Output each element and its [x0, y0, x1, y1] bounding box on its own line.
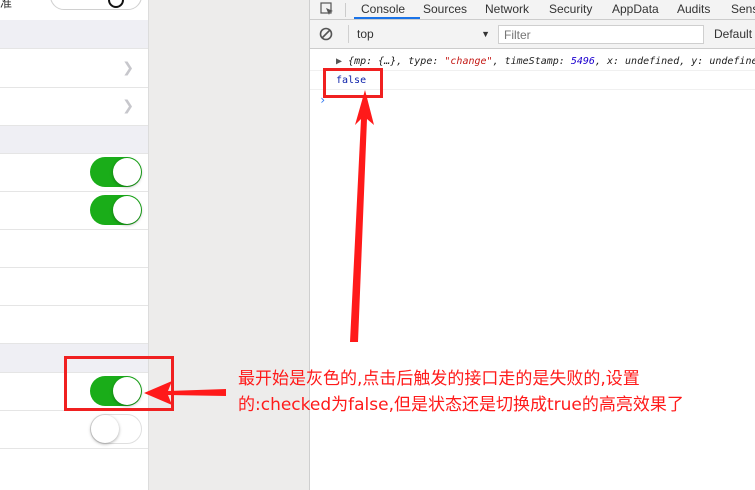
context-selector[interactable]: top ▼ [348, 25, 490, 43]
dropdown-arrow-icon: ▼ [481, 29, 490, 39]
annotation-note: 最开始是灰色的,点击后触发的接口走的是失败的,设置的:checked为false… [238, 369, 684, 415]
switch-knob [113, 196, 141, 224]
tab-sensors[interactable]: Sensors [731, 1, 755, 17]
switch-knob [113, 158, 141, 186]
toggle-switch-off[interactable] [90, 414, 142, 444]
switch-knob [91, 415, 119, 443]
chevron-right-icon: ❯ [122, 59, 134, 75]
expand-triangle-icon[interactable]: ▶ [336, 56, 342, 67]
list-item[interactable] [0, 268, 148, 306]
active-tab-indicator [354, 17, 420, 19]
annotation-box-switch [64, 356, 174, 411]
tab-appdata[interactable]: AppData [612, 1, 659, 17]
list-item[interactable] [0, 449, 148, 490]
list-item[interactable]: ❯ [0, 88, 148, 126]
tab-console[interactable]: Console [361, 1, 405, 17]
log-type-value: "change" [444, 56, 493, 67]
toggle-switch[interactable] [90, 195, 142, 225]
tab-sources[interactable]: Sources [423, 1, 467, 17]
toggle-switch[interactable] [90, 157, 142, 187]
filter-input[interactable] [498, 25, 704, 44]
console-toolbar: top ▼ Default [310, 20, 755, 49]
section-header [0, 126, 148, 154]
list-item[interactable] [0, 306, 148, 344]
section-header [0, 20, 148, 49]
annotation-box-false [323, 68, 383, 98]
log-object-mid: , timeStamp: [492, 56, 571, 67]
list-item[interactable]: ❯ [0, 49, 148, 88]
clear-console-icon[interactable] [319, 27, 333, 41]
tab-separator [345, 3, 346, 17]
context-value: top [357, 27, 374, 41]
top-text: 准 [0, 0, 13, 10]
log-object-tail: , x: undefined, y: undefined [594, 56, 755, 67]
top-rounded-control[interactable] [50, 0, 142, 10]
inspect-element-icon[interactable] [320, 2, 334, 16]
chevron-right-icon: ❯ [122, 97, 134, 113]
tab-security[interactable]: Security [549, 1, 592, 17]
list-item [0, 411, 148, 449]
devtools-tabbar: Console Sources Network Security AppData… [310, 0, 755, 20]
list-item [0, 154, 148, 192]
tab-audits[interactable]: Audits [677, 1, 710, 17]
log-object-open: {mp: {…}, type: [348, 56, 445, 67]
list-item [0, 192, 148, 230]
list-item[interactable] [0, 230, 148, 268]
mobile-settings-panel: 准 ❯ ❯ [0, 0, 148, 490]
tab-network[interactable]: Network [485, 1, 529, 17]
log-timestamp-value: 5496 [570, 56, 595, 67]
log-levels-selector[interactable]: Default [714, 27, 752, 41]
